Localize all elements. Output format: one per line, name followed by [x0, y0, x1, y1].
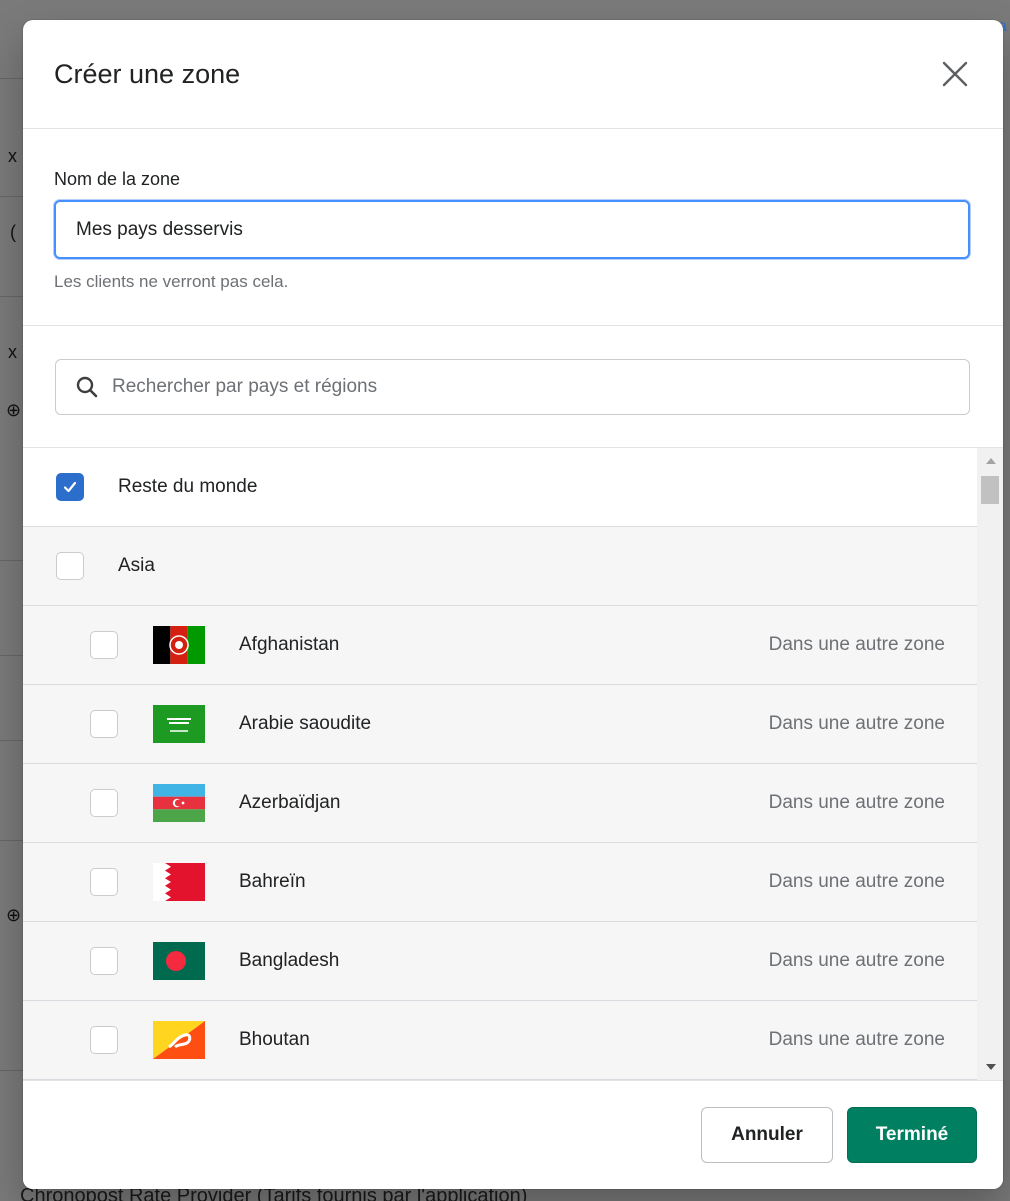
checkmark-icon: [63, 481, 77, 493]
status-text: Dans une autre zone: [768, 871, 945, 892]
checkbox-rest-of-world[interactable]: [56, 473, 84, 501]
create-zone-modal: Créer une zone Nom de la zone Les client…: [23, 20, 1003, 1189]
list-item-afghanistan[interactable]: Afghanistan Dans une autre zone: [23, 606, 977, 685]
search-section: [23, 326, 1003, 448]
modal-header: Créer une zone: [23, 20, 1003, 129]
bhutan-flag-icon: [153, 1021, 205, 1059]
scrollbar-thumb[interactable]: [981, 476, 999, 504]
checkbox-azerbaijan[interactable]: [90, 789, 118, 817]
list-item-label: Bahreïn: [239, 871, 306, 892]
scroll-up-arrow-icon[interactable]: [986, 458, 996, 464]
list-item-label: Bangladesh: [239, 950, 340, 971]
checkbox-bahrain[interactable]: [90, 868, 118, 896]
bahrain-flag-icon: [153, 863, 205, 901]
cancel-button[interactable]: Annuler: [701, 1107, 833, 1163]
modal-footer: Annuler Terminé: [23, 1080, 1003, 1189]
list-scrollbar[interactable]: [977, 448, 1003, 1080]
bg-text-fragment: x: [8, 342, 17, 362]
afghanistan-flag-icon: [153, 626, 205, 664]
search-input[interactable]: [112, 376, 932, 398]
list-item-azerbaijan[interactable]: Azerbaïdjan Dans une autre zone: [23, 764, 977, 843]
checkbox-saudi-arabia[interactable]: [90, 710, 118, 738]
bg-globe-icon: ⊕: [6, 400, 22, 420]
country-list-area: Reste du monde Asia Afghanistan Dans une…: [23, 448, 1003, 1080]
list-item-label: Afghanistan: [239, 634, 340, 655]
list-item-rest-of-world[interactable]: Reste du monde: [23, 448, 977, 527]
list-item-saudi-arabia[interactable]: Arabie saoudite Dans une autre zone: [23, 685, 977, 764]
list-item-label: Azerbaïdjan: [239, 792, 341, 813]
list-item-label: Asia: [118, 555, 155, 576]
list-item-region-asia[interactable]: Asia: [23, 527, 977, 606]
bg-text-fragment: (: [10, 222, 16, 242]
checkbox-afghanistan[interactable]: [90, 631, 118, 659]
done-button[interactable]: Terminé: [847, 1107, 977, 1163]
zone-name-input[interactable]: [54, 200, 970, 259]
zone-name-help: Les clients ne verront pas cela.: [54, 272, 289, 291]
bg-text-fragment: x: [8, 146, 17, 166]
list-item-label: Arabie saoudite: [239, 713, 372, 734]
list-item-bahrain[interactable]: Bahreïn Dans une autre zone: [23, 843, 977, 922]
list-item-label: Reste du monde: [118, 476, 258, 497]
search-icon: [76, 376, 98, 398]
status-text: Dans une autre zone: [768, 1029, 945, 1050]
modal-title: Créer une zone: [54, 58, 241, 89]
bangladesh-flag-icon: [153, 942, 205, 980]
azerbaijan-flag-icon: [153, 784, 205, 822]
saudi-arabia-flag-icon: [153, 705, 205, 743]
list-item-label: Bhoutan: [239, 1029, 310, 1050]
checkbox-bhutan[interactable]: [90, 1026, 118, 1054]
status-text: Dans une autre zone: [768, 950, 945, 971]
checkbox-asia[interactable]: [56, 552, 84, 580]
zone-name-section: Nom de la zone Les clients ne verront pa…: [23, 129, 1003, 326]
bg-globe-icon: ⊕: [6, 905, 22, 925]
zone-name-label: Nom de la zone: [54, 169, 181, 189]
status-text: Dans une autre zone: [768, 713, 945, 734]
status-text: Dans une autre zone: [768, 634, 945, 655]
search-field[interactable]: [55, 359, 970, 415]
close-button[interactable]: [938, 57, 972, 91]
scroll-down-arrow-icon[interactable]: [986, 1064, 996, 1070]
country-list: Reste du monde Asia Afghanistan Dans une…: [23, 448, 977, 1080]
list-item-bangladesh[interactable]: Bangladesh Dans une autre zone: [23, 922, 977, 1001]
list-item-bhutan[interactable]: Bhoutan Dans une autre zone: [23, 1001, 977, 1080]
checkbox-bangladesh[interactable]: [90, 947, 118, 975]
status-text: Dans une autre zone: [768, 792, 945, 813]
close-icon: [942, 61, 968, 87]
